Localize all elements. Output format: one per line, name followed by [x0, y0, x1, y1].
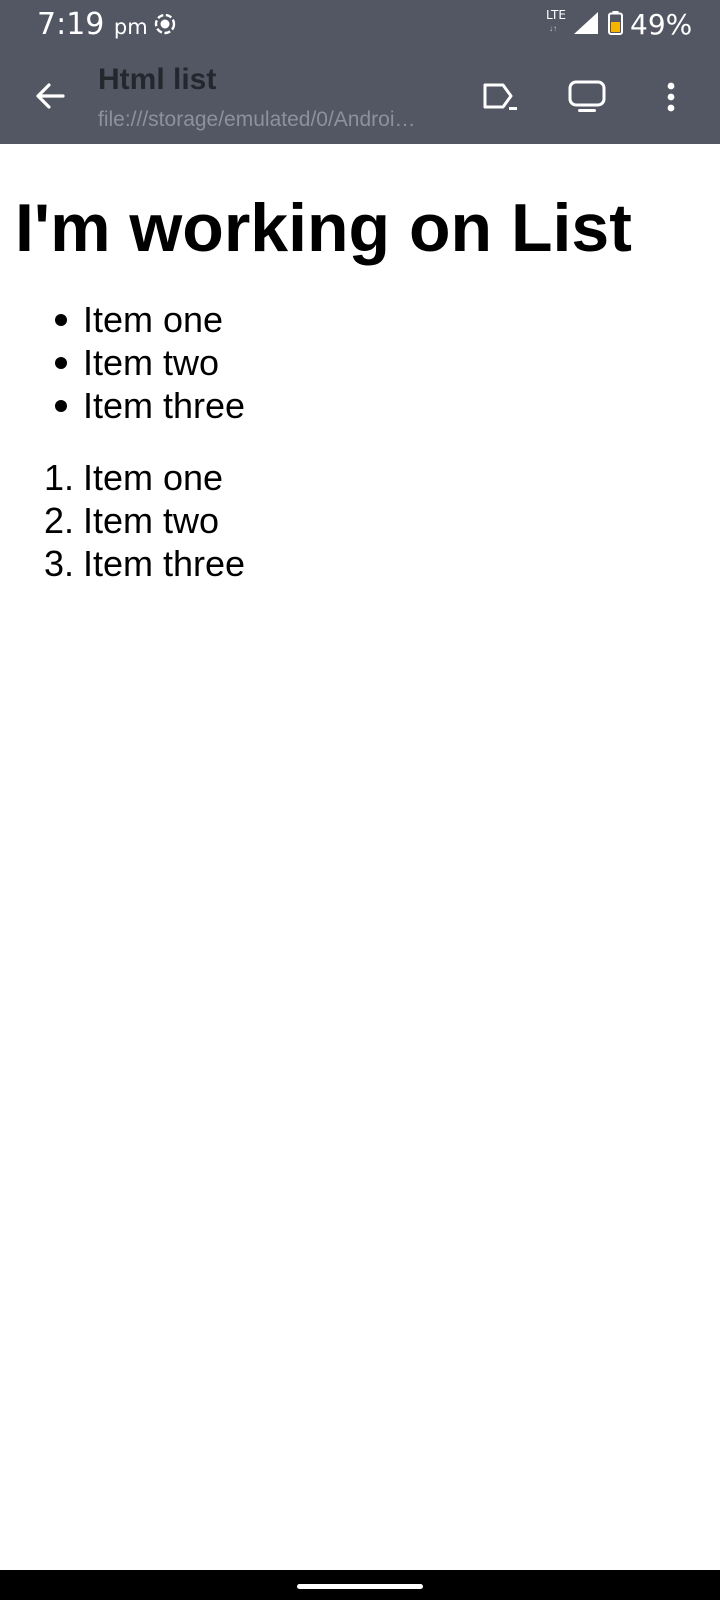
screen-record-icon [154, 13, 176, 35]
bullet-icon [55, 400, 67, 412]
open-in-browser-button[interactable] [476, 72, 526, 122]
battery-percentage: 49% [630, 8, 693, 41]
page-url: file:///storage/emulated/0/Androi… [98, 108, 416, 131]
cast-icon [568, 80, 606, 112]
web-page-content: I'm working on List Item one Item two It… [0, 144, 720, 1570]
list-item-text: Item one [83, 299, 224, 340]
list-item-number: 3. [44, 543, 75, 584]
phone-screen: 7:19 pm LTE ↓↑ 49% Html list file:///sto… [0, 0, 720, 1600]
back-arrow-icon [36, 83, 65, 109]
signal-strength-icon [574, 12, 598, 34]
page-heading: I'm working on List [15, 190, 632, 266]
data-activity-icon: ↓↑ [549, 24, 557, 33]
home-gesture-handle[interactable] [297, 1584, 423, 1589]
battery-icon [608, 11, 623, 35]
list-item-number: 2. [44, 500, 75, 541]
back-button[interactable] [22, 68, 78, 124]
list-item-number: 1. [44, 457, 75, 498]
bullet-icon [55, 314, 67, 326]
more-vert-icon [667, 82, 675, 112]
page-title: Html list [98, 63, 217, 96]
navigation-bar [0, 1570, 720, 1600]
cast-button[interactable] [562, 72, 612, 122]
status-time: 7:19 pm [37, 6, 148, 46]
status-time-value: 7:19 [37, 7, 105, 42]
custom-tab-toolbar: Html list file:///storage/emulated/0/And… [0, 50, 720, 144]
status-time-ampm: pm [113, 15, 148, 39]
more-options-button[interactable] [646, 72, 696, 122]
list-item-text: Item three [83, 385, 246, 426]
bullet-icon [55, 357, 67, 369]
list-item-text: Item two [83, 342, 220, 383]
status-bar: 7:19 pm LTE ↓↑ 49% [0, 0, 720, 50]
network-type-label: LTE [546, 8, 566, 22]
list-item-text: Item three [83, 543, 246, 584]
list-item-text: Item two [83, 500, 220, 541]
open-in-browser-icon [483, 83, 517, 110]
list-item-text: Item one [83, 457, 224, 498]
